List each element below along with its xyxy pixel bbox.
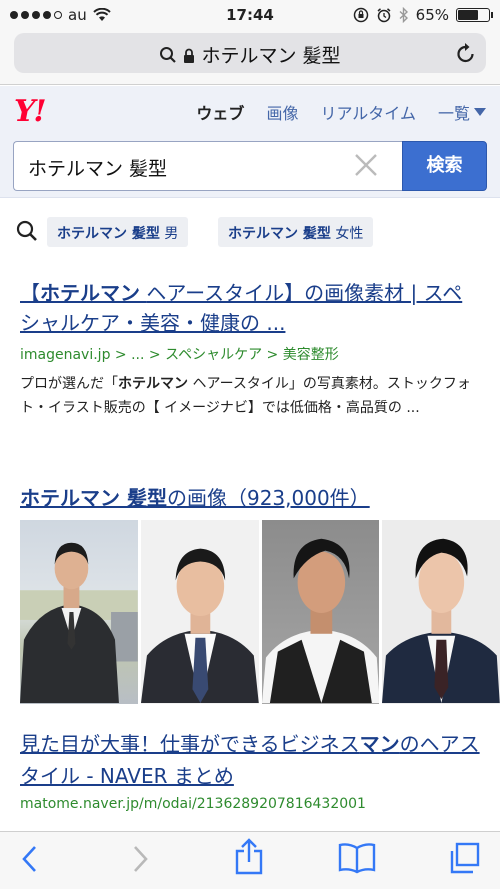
search-input-value: ホテルマン 髪型 bbox=[28, 158, 168, 180]
address-bar[interactable]: ホテルマン 髪型 bbox=[14, 33, 486, 73]
image-thumbnails bbox=[20, 520, 500, 704]
image-title-keyword: ホテルマン 髪型 bbox=[20, 486, 167, 510]
address-text-row: ホテルマン 髪型 bbox=[14, 41, 486, 68]
result-snippet: プロが選んだ「ホテルマン ヘアースタイル」の写真素材。ストックフォト・イラスト販… bbox=[20, 372, 482, 420]
chip-extra: 男 bbox=[164, 226, 179, 242]
related-search-chip[interactable]: ホテルマン 髪型 女性 bbox=[218, 217, 374, 247]
title-keyword: マン bbox=[359, 732, 400, 756]
image-thumbnail[interactable] bbox=[261, 520, 380, 704]
search-button[interactable]: 検索 bbox=[402, 141, 487, 191]
image-results-link[interactable]: ホテルマン 髪型の画像（923,000件） bbox=[20, 482, 370, 511]
reload-icon[interactable] bbox=[456, 42, 476, 64]
status-bar: au 17:44 65% bbox=[0, 0, 500, 30]
status-right: 65% bbox=[353, 6, 493, 24]
address-text: ホテルマン 髪型 bbox=[201, 45, 341, 67]
battery-fill bbox=[458, 10, 478, 20]
man-in-vest-photo bbox=[261, 538, 380, 704]
image-title-rest: の画像（923,000件） bbox=[166, 486, 370, 510]
tab-more[interactable]: 一覧 bbox=[438, 100, 486, 124]
search-icon bbox=[160, 47, 177, 63]
snippet-keyword: ホテルマン bbox=[118, 376, 188, 392]
alarm-icon bbox=[377, 8, 391, 23]
result-title-link[interactable]: 【ホテルマン ヘアースタイル】の画像素材 | スペシャルケア・美容・健康の ..… bbox=[20, 278, 482, 338]
result-url: matome.naver.jp/m/odai/21362892078164320… bbox=[20, 796, 366, 812]
bluetooth-icon bbox=[399, 7, 408, 23]
rotation-lock-icon bbox=[353, 7, 368, 23]
lock-icon bbox=[184, 48, 195, 63]
man-in-suit-photo bbox=[20, 542, 138, 704]
back-icon[interactable] bbox=[20, 844, 40, 874]
battery-icon bbox=[456, 8, 493, 22]
chip-extra: 女性 bbox=[335, 226, 364, 242]
title-text: 見た目が大事！仕事ができるビジネス bbox=[20, 732, 360, 756]
man-in-suit-photo bbox=[140, 548, 259, 704]
image-thumbnail[interactable] bbox=[20, 520, 138, 704]
search-icon bbox=[16, 220, 37, 241]
search-vertical-tabs: ウェブ 画像 リアルタイム 一覧 bbox=[196, 100, 486, 124]
search-input[interactable]: ホテルマン 髪型 bbox=[13, 141, 403, 191]
forward-icon[interactable] bbox=[130, 844, 150, 874]
snippet-text: プロが選んだ「 bbox=[20, 376, 118, 392]
related-search-chip[interactable]: ホテルマン 髪型 男 bbox=[47, 217, 189, 247]
chip-keyword: ホテルマン 髪型 bbox=[57, 226, 160, 242]
tab-more-label: 一覧 bbox=[437, 104, 470, 123]
result-url: imagenavi.jp > ... > スペシャルケア > 美容整形 bbox=[20, 347, 339, 363]
battery-percent: 65% bbox=[415, 6, 449, 24]
share-icon[interactable] bbox=[234, 838, 264, 876]
image-thumbnail[interactable] bbox=[140, 520, 259, 704]
result-title-link[interactable]: 見た目が大事！仕事ができるビジネスマンのヘアスタイル - NAVER まとめ bbox=[20, 728, 482, 792]
title-bracket: 【 bbox=[20, 281, 40, 305]
browser-toolbar bbox=[0, 831, 500, 889]
chip-keyword: ホテルマン 髪型 bbox=[228, 226, 331, 242]
yahoo-header: Y! ウェブ 画像 リアルタイム 一覧 bbox=[0, 86, 500, 134]
tab-web[interactable]: ウェブ bbox=[196, 100, 244, 124]
tabs-icon[interactable] bbox=[448, 842, 480, 874]
search-area: ホテルマン 髪型 検索 bbox=[0, 134, 500, 198]
dropdown-arrow-icon bbox=[474, 108, 486, 116]
yahoo-logo[interactable]: Y! bbox=[14, 94, 47, 129]
man-in-suit-photo bbox=[382, 538, 500, 704]
bookmarks-icon[interactable] bbox=[338, 842, 376, 874]
related-searches: ホテルマン 髪型 男 ホテルマン 髪型 女性 bbox=[0, 212, 500, 252]
tab-realtime[interactable]: リアルタイム bbox=[320, 100, 416, 124]
tab-image[interactable]: 画像 bbox=[266, 100, 298, 124]
title-keyword: ホテルマン bbox=[40, 281, 140, 305]
clear-icon[interactable] bbox=[353, 152, 379, 178]
browser-address-area: ホテルマン 髪型 bbox=[0, 30, 500, 85]
image-thumbnail[interactable] bbox=[382, 520, 500, 704]
